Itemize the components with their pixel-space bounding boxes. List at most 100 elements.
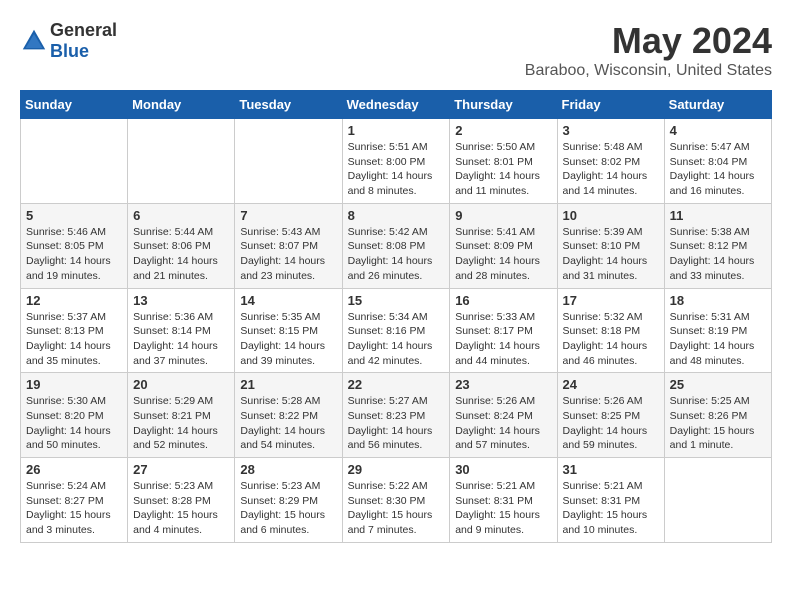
calendar-cell: 14 Sunrise: 5:35 AM Sunset: 8:15 PM Dayli… bbox=[235, 288, 342, 373]
calendar-cell: 8Sunrise: 5:42 AM Sunset: 8:08 PM Daylig… bbox=[342, 203, 450, 288]
calendar-cell: 19Sunrise: 5:30 AM Sunset: 8:20 PM Dayli… bbox=[21, 373, 128, 458]
logo-icon bbox=[20, 27, 48, 55]
day-info: Sunrise: 5:42 AM Sunset: 8:08 PM Dayligh… bbox=[348, 225, 445, 284]
day-number: 16 bbox=[455, 293, 551, 308]
day-number: 15 bbox=[348, 293, 445, 308]
calendar-cell: 24 Sunrise: 5:26 AM Sunset: 8:25 PM Dayli… bbox=[557, 373, 664, 458]
weekday-header-saturday: Saturday bbox=[664, 91, 771, 119]
logo: General Blue bbox=[20, 20, 117, 62]
calendar-week-row: 26 Sunrise: 5:24 AM Sunset: 8:27 PM Dayli… bbox=[21, 458, 772, 543]
day-info: Sunrise: 5:36 AM Sunset: 8:14 PM Dayligh… bbox=[133, 310, 229, 369]
day-info: Sunrise: 5:47 AM Sunset: 8:04 PM Dayligh… bbox=[670, 140, 766, 199]
day-info: Sunrise: 5:23 AM Sunset: 8:29 PM Dayligh… bbox=[240, 479, 336, 538]
day-number: 13 bbox=[133, 293, 229, 308]
calendar-cell bbox=[664, 458, 771, 543]
weekday-header-tuesday: Tuesday bbox=[235, 91, 342, 119]
day-number: 12 bbox=[26, 293, 122, 308]
title-area: May 2024 Baraboo, Wisconsin, United Stat… bbox=[525, 20, 772, 80]
day-number: 25 bbox=[670, 377, 766, 392]
calendar-cell: 17 Sunrise: 5:32 AM Sunset: 8:18 PM Dayli… bbox=[557, 288, 664, 373]
day-number: 19 bbox=[26, 377, 122, 392]
day-info: Sunrise: 5:43 AM Sunset: 8:07 PM Dayligh… bbox=[240, 225, 336, 284]
calendar-header-row: SundayMondayTuesdayWednesdayThursdayFrid… bbox=[21, 91, 772, 119]
weekday-header-friday: Friday bbox=[557, 91, 664, 119]
day-info: Sunrise: 5:33 AM Sunset: 8:17 PM Dayligh… bbox=[455, 310, 551, 369]
calendar-cell: 12Sunrise: 5:37 AM Sunset: 8:13 PM Dayli… bbox=[21, 288, 128, 373]
calendar-cell: 25Sunrise: 5:25 AM Sunset: 8:26 PM Dayli… bbox=[664, 373, 771, 458]
calendar-cell: 31 Sunrise: 5:21 AM Sunset: 8:31 PM Dayli… bbox=[557, 458, 664, 543]
weekday-header-monday: Monday bbox=[128, 91, 235, 119]
day-info: Sunrise: 5:27 AM Sunset: 8:23 PM Dayligh… bbox=[348, 394, 445, 453]
day-info: Sunrise: 5:44 AM Sunset: 8:06 PM Dayligh… bbox=[133, 225, 229, 284]
day-number: 14 bbox=[240, 293, 336, 308]
calendar-cell: 16 Sunrise: 5:33 AM Sunset: 8:17 PM Dayli… bbox=[450, 288, 557, 373]
day-number: 21 bbox=[240, 377, 336, 392]
calendar-cell: 15 Sunrise: 5:34 AM Sunset: 8:16 PM Dayli… bbox=[342, 288, 450, 373]
day-info: Sunrise: 5:41 AM Sunset: 8:09 PM Dayligh… bbox=[455, 225, 551, 284]
day-number: 23 bbox=[455, 377, 551, 392]
weekday-header-thursday: Thursday bbox=[450, 91, 557, 119]
calendar-cell bbox=[128, 119, 235, 204]
calendar-cell: 30Sunrise: 5:21 AM Sunset: 8:31 PM Dayli… bbox=[450, 458, 557, 543]
day-info: Sunrise: 5:35 AM Sunset: 8:15 PM Dayligh… bbox=[240, 310, 336, 369]
calendar-cell: 18 Sunrise: 5:31 AM Sunset: 8:19 PM Dayli… bbox=[664, 288, 771, 373]
day-number: 17 bbox=[563, 293, 659, 308]
calendar-cell: 28Sunrise: 5:23 AM Sunset: 8:29 PM Dayli… bbox=[235, 458, 342, 543]
day-info: Sunrise: 5:46 AM Sunset: 8:05 PM Dayligh… bbox=[26, 225, 122, 284]
day-number: 26 bbox=[26, 462, 122, 477]
calendar-cell: 26 Sunrise: 5:24 AM Sunset: 8:27 PM Dayli… bbox=[21, 458, 128, 543]
day-number: 2 bbox=[455, 123, 551, 138]
calendar-cell: 21 Sunrise: 5:28 AM Sunset: 8:22 PM Dayli… bbox=[235, 373, 342, 458]
page-header: General Blue May 2024 Baraboo, Wisconsin… bbox=[20, 20, 772, 80]
calendar-cell: 2 Sunrise: 5:50 AM Sunset: 8:01 PM Daylig… bbox=[450, 119, 557, 204]
day-info: Sunrise: 5:34 AM Sunset: 8:16 PM Dayligh… bbox=[348, 310, 445, 369]
day-number: 18 bbox=[670, 293, 766, 308]
day-info: Sunrise: 5:51 AM Sunset: 8:00 PM Dayligh… bbox=[348, 140, 445, 199]
day-number: 3 bbox=[563, 123, 659, 138]
day-number: 6 bbox=[133, 208, 229, 223]
day-info: Sunrise: 5:24 AM Sunset: 8:27 PM Dayligh… bbox=[26, 479, 122, 538]
calendar-cell: 7 Sunrise: 5:43 AM Sunset: 8:07 PM Daylig… bbox=[235, 203, 342, 288]
day-number: 11 bbox=[670, 208, 766, 223]
day-number: 31 bbox=[563, 462, 659, 477]
day-info: Sunrise: 5:39 AM Sunset: 8:10 PM Dayligh… bbox=[563, 225, 659, 284]
calendar-cell: 4 Sunrise: 5:47 AM Sunset: 8:04 PM Daylig… bbox=[664, 119, 771, 204]
day-info: Sunrise: 5:50 AM Sunset: 8:01 PM Dayligh… bbox=[455, 140, 551, 199]
day-info: Sunrise: 5:48 AM Sunset: 8:02 PM Dayligh… bbox=[563, 140, 659, 199]
calendar-cell: 9 Sunrise: 5:41 AM Sunset: 8:09 PM Daylig… bbox=[450, 203, 557, 288]
day-info: Sunrise: 5:21 AM Sunset: 8:31 PM Dayligh… bbox=[563, 479, 659, 538]
day-info: Sunrise: 5:31 AM Sunset: 8:19 PM Dayligh… bbox=[670, 310, 766, 369]
calendar-cell: 3 Sunrise: 5:48 AM Sunset: 8:02 PM Daylig… bbox=[557, 119, 664, 204]
calendar-cell: 29Sunrise: 5:22 AM Sunset: 8:30 PM Dayli… bbox=[342, 458, 450, 543]
calendar-cell: 20Sunrise: 5:29 AM Sunset: 8:21 PM Dayli… bbox=[128, 373, 235, 458]
calendar-cell: 13 Sunrise: 5:36 AM Sunset: 8:14 PM Dayli… bbox=[128, 288, 235, 373]
calendar-cell: 23 Sunrise: 5:26 AM Sunset: 8:24 PM Dayli… bbox=[450, 373, 557, 458]
day-number: 24 bbox=[563, 377, 659, 392]
day-info: Sunrise: 5:26 AM Sunset: 8:25 PM Dayligh… bbox=[563, 394, 659, 453]
location-subtitle: Baraboo, Wisconsin, United States bbox=[525, 62, 772, 80]
weekday-header-wednesday: Wednesday bbox=[342, 91, 450, 119]
calendar-cell: 27 Sunrise: 5:23 AM Sunset: 8:28 PM Dayli… bbox=[128, 458, 235, 543]
day-number: 30 bbox=[455, 462, 551, 477]
day-number: 5 bbox=[26, 208, 122, 223]
calendar-cell: 1 Sunrise: 5:51 AM Sunset: 8:00 PM Daylig… bbox=[342, 119, 450, 204]
day-number: 7 bbox=[240, 208, 336, 223]
day-number: 9 bbox=[455, 208, 551, 223]
day-info: Sunrise: 5:26 AM Sunset: 8:24 PM Dayligh… bbox=[455, 394, 551, 453]
day-info: Sunrise: 5:23 AM Sunset: 8:28 PM Dayligh… bbox=[133, 479, 229, 538]
day-info: Sunrise: 5:32 AM Sunset: 8:18 PM Dayligh… bbox=[563, 310, 659, 369]
calendar-cell: 5 Sunrise: 5:46 AM Sunset: 8:05 PM Daylig… bbox=[21, 203, 128, 288]
calendar-cell bbox=[235, 119, 342, 204]
day-number: 1 bbox=[348, 123, 445, 138]
calendar-week-row: 1 Sunrise: 5:51 AM Sunset: 8:00 PM Daylig… bbox=[21, 119, 772, 204]
day-number: 10 bbox=[563, 208, 659, 223]
calendar-cell: 6 Sunrise: 5:44 AM Sunset: 8:06 PM Daylig… bbox=[128, 203, 235, 288]
day-number: 27 bbox=[133, 462, 229, 477]
day-number: 4 bbox=[670, 123, 766, 138]
day-info: Sunrise: 5:29 AM Sunset: 8:21 PM Dayligh… bbox=[133, 394, 229, 453]
month-year-title: May 2024 bbox=[525, 20, 772, 62]
day-number: 29 bbox=[348, 462, 445, 477]
day-info: Sunrise: 5:28 AM Sunset: 8:22 PM Dayligh… bbox=[240, 394, 336, 453]
calendar-table: SundayMondayTuesdayWednesdayThursdayFrid… bbox=[20, 90, 772, 543]
logo-text: General Blue bbox=[50, 20, 117, 62]
